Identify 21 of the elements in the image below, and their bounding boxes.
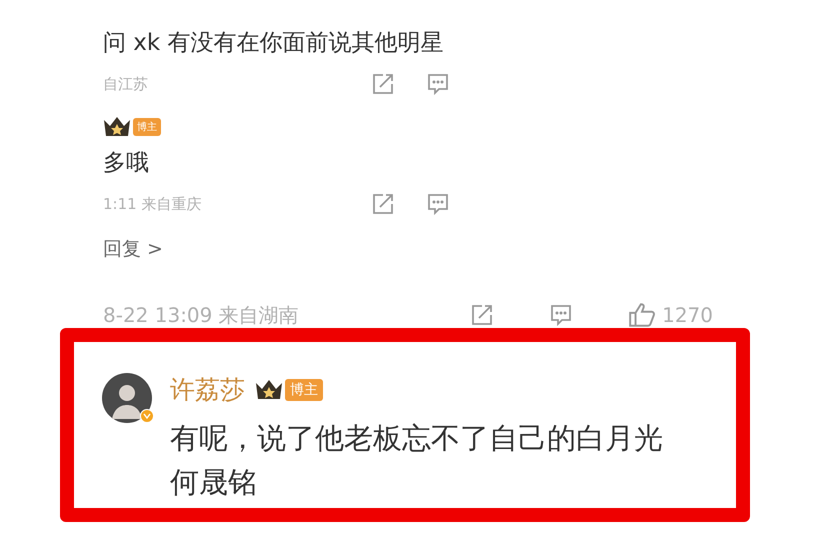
share-icon[interactable] — [470, 303, 494, 327]
comment-icon[interactable] — [426, 72, 450, 96]
more-replies-link[interactable]: 回复 > — [103, 236, 450, 262]
comment-text: 问 xk 有没有在你面前说其他明星 — [103, 29, 445, 58]
comment-icon[interactable] — [426, 192, 450, 216]
role-badge: 博主 — [285, 378, 323, 400]
role-badge: 博主 — [133, 118, 161, 136]
thumbs-up-icon[interactable] — [628, 302, 656, 328]
like-count: 1270 — [662, 303, 713, 327]
comment-text: 多哦 — [103, 149, 150, 178]
comment-meta: 1:11 来自重庆 — [103, 194, 202, 214]
crown-icon — [103, 116, 131, 138]
comment-meta: 自江苏 — [103, 74, 148, 94]
avatar[interactable] — [102, 373, 152, 423]
share-icon[interactable] — [371, 72, 395, 96]
comment-text: 有呢，说了他老板忘不了自己的白月光何晟铭 — [170, 420, 664, 501]
share-icon[interactable] — [371, 192, 395, 216]
comment-meta: 8-22 13:09 来自湖南 — [103, 302, 299, 328]
user-name[interactable]: 许荔莎 — [170, 373, 245, 406]
crown-icon — [255, 378, 283, 400]
comment-icon[interactable] — [549, 303, 574, 327]
